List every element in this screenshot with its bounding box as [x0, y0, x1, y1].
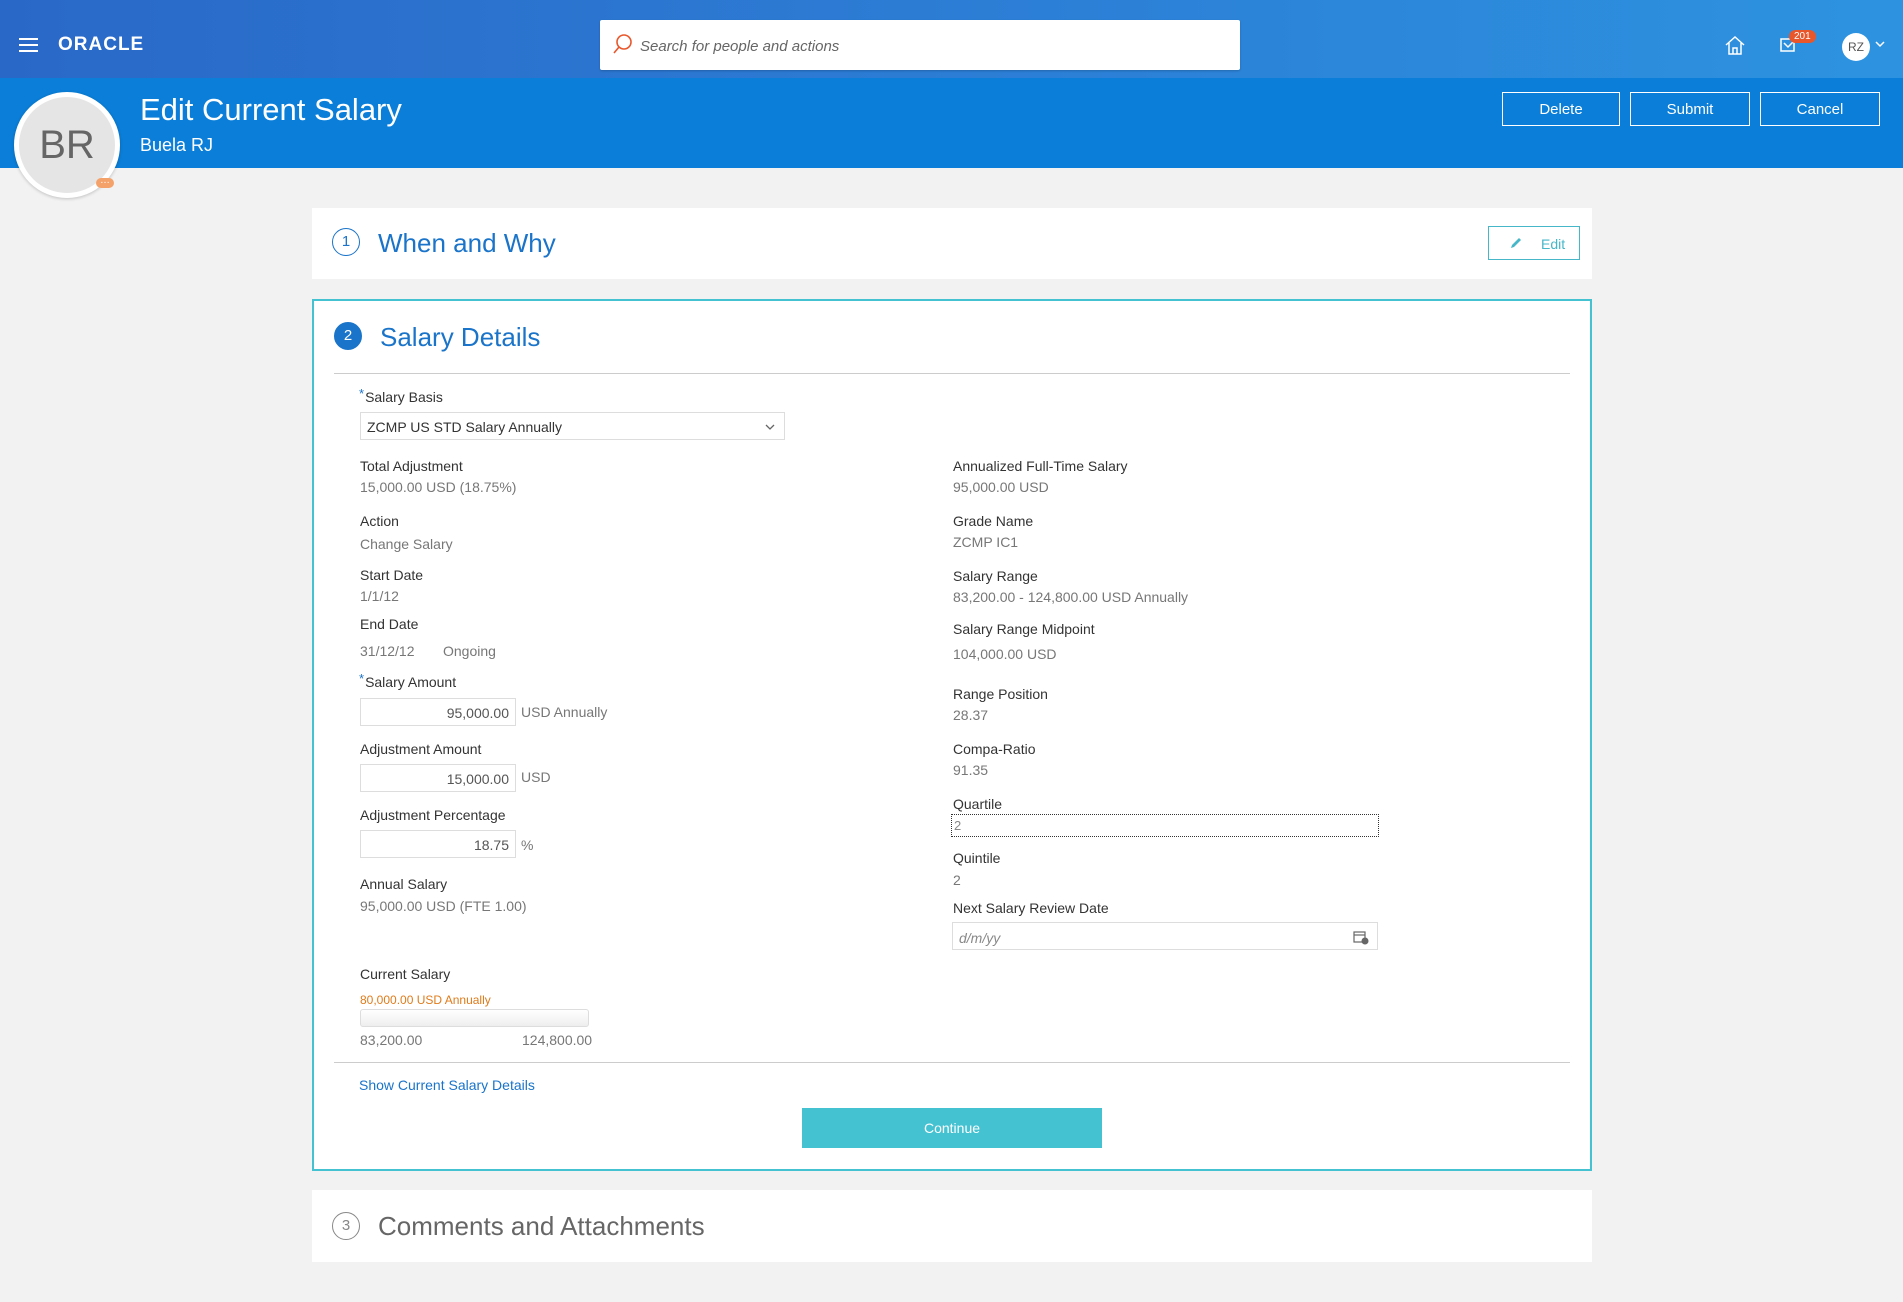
end-date-label: End Date	[360, 616, 419, 632]
action-value: Change Salary	[360, 536, 453, 552]
delete-button[interactable]: Delete	[1502, 92, 1620, 126]
edit-button[interactable]: Edit	[1488, 226, 1580, 260]
section-title[interactable]: When and Why	[378, 228, 556, 259]
section-title: Salary Details	[380, 322, 541, 352]
action-label: Action	[360, 513, 399, 529]
section-divider	[334, 373, 1570, 374]
range-max-value: 124,800.00	[522, 1032, 593, 1048]
adjustment-amount-input[interactable]: 15,000.00	[360, 764, 516, 792]
avatar-more-badge[interactable]: …	[96, 176, 114, 188]
salary-basis-value: ZCMP US STD Salary Annually	[367, 419, 563, 435]
section-divider	[334, 1062, 1570, 1063]
range-position-label: Range Position	[953, 686, 1048, 702]
salary-basis-label: *Salary Basis	[359, 386, 443, 405]
quartile-label: Quartile	[953, 796, 1003, 812]
step-number: 1	[332, 228, 360, 256]
adjustment-percentage-unit: %	[521, 837, 534, 853]
oracle-logo[interactable]: ORACLE	[58, 34, 144, 56]
annualized-salary-label: Annualized Full-Time Salary	[953, 458, 1128, 474]
salary-basis-select[interactable]: ZCMP US STD Salary Annually	[360, 412, 785, 440]
adjustment-percentage-input[interactable]: 18.75	[360, 830, 516, 858]
chevron-down-icon	[765, 424, 775, 430]
date-placeholder: d/m/yy	[959, 930, 1001, 946]
annual-salary-label: Annual Salary	[360, 876, 448, 892]
quartile-value[interactable]: 2	[951, 814, 1379, 837]
adjustment-percentage-label: Adjustment Percentage	[360, 807, 506, 823]
current-salary-label: Current Salary	[360, 966, 451, 982]
top-navbar: ORACLE Search for people and actions 201…	[0, 0, 1903, 78]
adjustment-amount-unit: USD	[521, 769, 551, 785]
chevron-down-icon[interactable]	[1874, 38, 1886, 50]
search-input[interactable]: Search for people and actions	[600, 20, 1240, 70]
home-icon[interactable]	[1723, 34, 1747, 56]
notification-count-badge: 201	[1789, 30, 1816, 43]
compa-ratio-value: 91.35	[953, 762, 989, 778]
pencil-icon	[1511, 238, 1521, 248]
annual-salary-value: 95,000.00 USD (FTE 1.00)	[360, 898, 527, 914]
grade-name-value: ZCMP IC1	[953, 534, 1019, 550]
show-current-salary-details-link[interactable]: Show Current Salary Details	[359, 1077, 535, 1093]
range-position-value: 28.37	[953, 707, 989, 723]
section-title[interactable]: Comments and Attachments	[378, 1211, 705, 1242]
next-review-date-input[interactable]: d/m/yy	[952, 922, 1378, 950]
current-salary-value: 80,000.00 USD Annually	[360, 993, 491, 1007]
step-number: 2	[334, 322, 362, 350]
edit-label: Edit	[1541, 236, 1566, 252]
annualized-salary-value: 95,000.00 USD	[953, 479, 1049, 495]
salary-amount-label: *Salary Amount	[359, 671, 457, 690]
page-title: Edit Current Salary	[140, 92, 402, 127]
salary-range-bar	[360, 1009, 589, 1027]
start-date-value: 1/1/12	[360, 588, 399, 604]
range-min-value: 83,200.00	[360, 1032, 423, 1048]
salary-amount-input[interactable]: 95,000.00	[360, 698, 516, 726]
required-marker: *	[359, 386, 365, 401]
continue-button[interactable]: Continue	[802, 1108, 1102, 1148]
step-number: 3	[332, 1212, 360, 1240]
submit-button[interactable]: Submit	[1630, 92, 1750, 126]
salary-range-value: 83,200.00 - 124,800.00 USD Annually	[953, 589, 1189, 605]
person-name: Buela RJ	[140, 135, 214, 155]
calendar-icon[interactable]	[1353, 929, 1369, 945]
salary-amount-unit: USD Annually	[521, 704, 608, 720]
end-date-ongoing: Ongoing	[443, 643, 496, 659]
search-placeholder: Search for people and actions	[640, 38, 840, 55]
user-avatar[interactable]: RZ	[1842, 33, 1870, 61]
start-date-label: Start Date	[360, 567, 424, 583]
next-review-date-label: Next Salary Review Date	[953, 900, 1109, 916]
quintile-label: Quintile	[953, 850, 1001, 866]
salary-range-midpoint-value: 104,000.00 USD	[953, 646, 1057, 662]
quintile-value: 2	[953, 872, 961, 888]
cancel-button[interactable]: Cancel	[1760, 92, 1880, 126]
salary-range-midpoint-label: Salary Range Midpoint	[953, 621, 1095, 637]
compa-ratio-label: Compa-Ratio	[953, 741, 1036, 757]
salary-range-label: Salary Range	[953, 568, 1038, 584]
grade-name-label: Grade Name	[953, 513, 1034, 529]
adjustment-amount-label: Adjustment Amount	[360, 741, 482, 757]
total-adjustment-label: Total Adjustment	[360, 458, 463, 474]
required-marker: *	[359, 671, 365, 686]
search-icon	[613, 34, 632, 54]
menu-icon[interactable]	[19, 38, 38, 52]
total-adjustment-value: 15,000.00 USD (18.75%)	[360, 479, 517, 495]
end-date-value: 31/12/12	[360, 643, 415, 659]
